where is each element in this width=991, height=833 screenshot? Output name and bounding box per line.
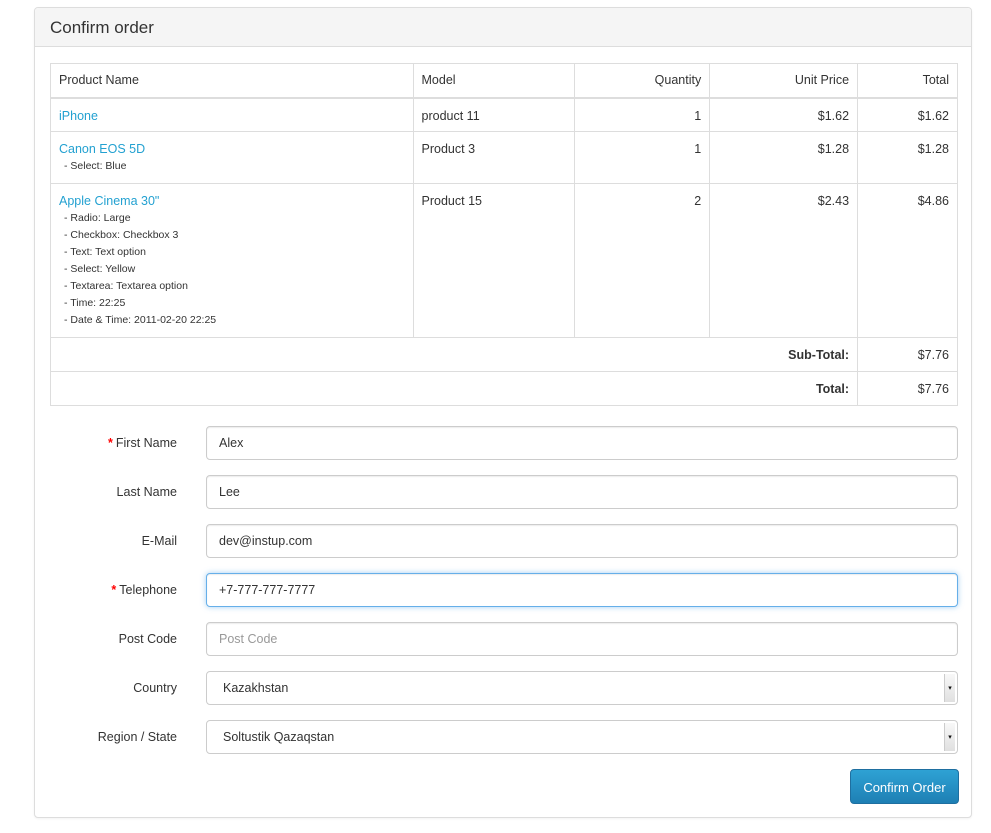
first-name-row: * First Name [50, 426, 958, 460]
product-option: - Select: Yellow [64, 263, 136, 275]
product-option: - Date & Time: 2011-02-20 22:25 [64, 314, 217, 326]
product-options: - Select: Blue [59, 158, 405, 175]
quantity-cell: 1 [574, 131, 711, 184]
product-option: - Checkbox: Checkbox 3 [64, 229, 179, 241]
required-mark: * [108, 436, 113, 450]
header-quantity: Quantity [574, 63, 711, 99]
product-link[interactable]: Canon EOS 5D [59, 142, 145, 156]
product-link[interactable]: Apple Cinema 30" [59, 194, 159, 208]
chevron-down-icon[interactable]: ▾ [944, 723, 955, 751]
unit-price-cell: $1.28 [709, 131, 859, 184]
telephone-row: * Telephone [50, 573, 958, 607]
product-name-cell: Canon EOS 5D - Select: Blue [50, 131, 414, 184]
model-cell: Product 15 [412, 183, 576, 338]
confirm-order-button[interactable]: Confirm Order [850, 769, 959, 804]
total-label: Total: [49, 371, 859, 406]
table-row: iPhone product 11 1 $1.62 $1.62 [50, 97, 958, 132]
subtotal-value: $7.76 [857, 337, 958, 372]
product-option: - Time: 22:25 [64, 297, 126, 309]
subtotal-row: Sub-Total: $7.76 [49, 337, 958, 372]
region-select[interactable]: Soltustik Qazaqstan ▾ [206, 720, 958, 754]
total-value: $7.76 [857, 371, 958, 406]
product-name-cell: iPhone [50, 97, 414, 132]
last-name-label: Last Name [116, 485, 177, 499]
product-option: - Text: Text option [64, 246, 146, 258]
telephone-input[interactable] [206, 573, 958, 607]
header-total: Total [857, 63, 958, 99]
model-cell: Product 3 [412, 131, 576, 184]
total-row: Total: $7.76 [49, 371, 958, 406]
post-code-row: Post Code [50, 622, 958, 656]
email-row: E-Mail [50, 524, 958, 558]
post-code-label: Post Code [118, 632, 177, 646]
header-model: Model [412, 63, 576, 99]
post-code-input[interactable] [206, 622, 958, 656]
header-product-name: Product Name [50, 63, 414, 99]
country-value: Kazakhstan [223, 681, 289, 695]
product-option: - Select: Blue [64, 160, 127, 172]
unit-price-cell: $1.62 [709, 97, 859, 132]
table-header-row: Product Name Model Quantity Unit Price T… [50, 63, 958, 99]
required-mark: * [111, 583, 117, 597]
product-name-cell: Apple Cinema 30" - Radio: Large - Checkb… [50, 183, 414, 338]
total-cell: $1.62 [857, 97, 958, 132]
region-label: Region / State [97, 730, 177, 744]
region-value: Soltustik Qazaqstan [223, 730, 335, 744]
product-option: - Radio: Large [64, 212, 131, 224]
order-table: Product Name Model Quantity Unit Price T… [49, 63, 958, 406]
total-cell: $4.86 [857, 183, 958, 338]
panel-title: Confirm order [35, 8, 971, 47]
last-name-input[interactable] [206, 475, 958, 509]
subtotal-label: Sub-Total: [49, 337, 859, 372]
email-input[interactable] [206, 524, 958, 558]
product-option: - Textarea: Textarea option [64, 280, 188, 292]
country-select[interactable]: Kazakhstan ▾ [206, 671, 958, 705]
region-row: Region / State Soltustik Qazaqstan ▾ [50, 720, 958, 754]
table-row: Apple Cinema 30" - Radio: Large - Checkb… [50, 183, 958, 338]
header-unit-price: Unit Price [709, 63, 859, 99]
email-label: E-Mail [141, 534, 177, 548]
first-name-input[interactable] [206, 426, 958, 460]
quantity-cell: 1 [574, 97, 711, 132]
total-cell: $1.28 [857, 131, 958, 184]
unit-price-cell: $2.43 [709, 183, 859, 338]
table-row: Canon EOS 5D - Select: Blue Product 3 1 … [50, 131, 958, 184]
model-cell: product 11 [412, 97, 576, 132]
quantity-cell: 2 [574, 183, 711, 338]
product-options: - Radio: Large - Checkbox: Checkbox 3 - … [59, 210, 405, 329]
product-link[interactable]: iPhone [59, 109, 98, 123]
first-name-label: * First Name [108, 436, 177, 450]
country-row: Country Kazakhstan ▾ [50, 671, 958, 705]
country-label: Country [133, 681, 177, 695]
last-name-row: Last Name [50, 475, 958, 509]
telephone-label: * Telephone [111, 583, 177, 597]
chevron-down-icon[interactable]: ▾ [944, 674, 955, 702]
